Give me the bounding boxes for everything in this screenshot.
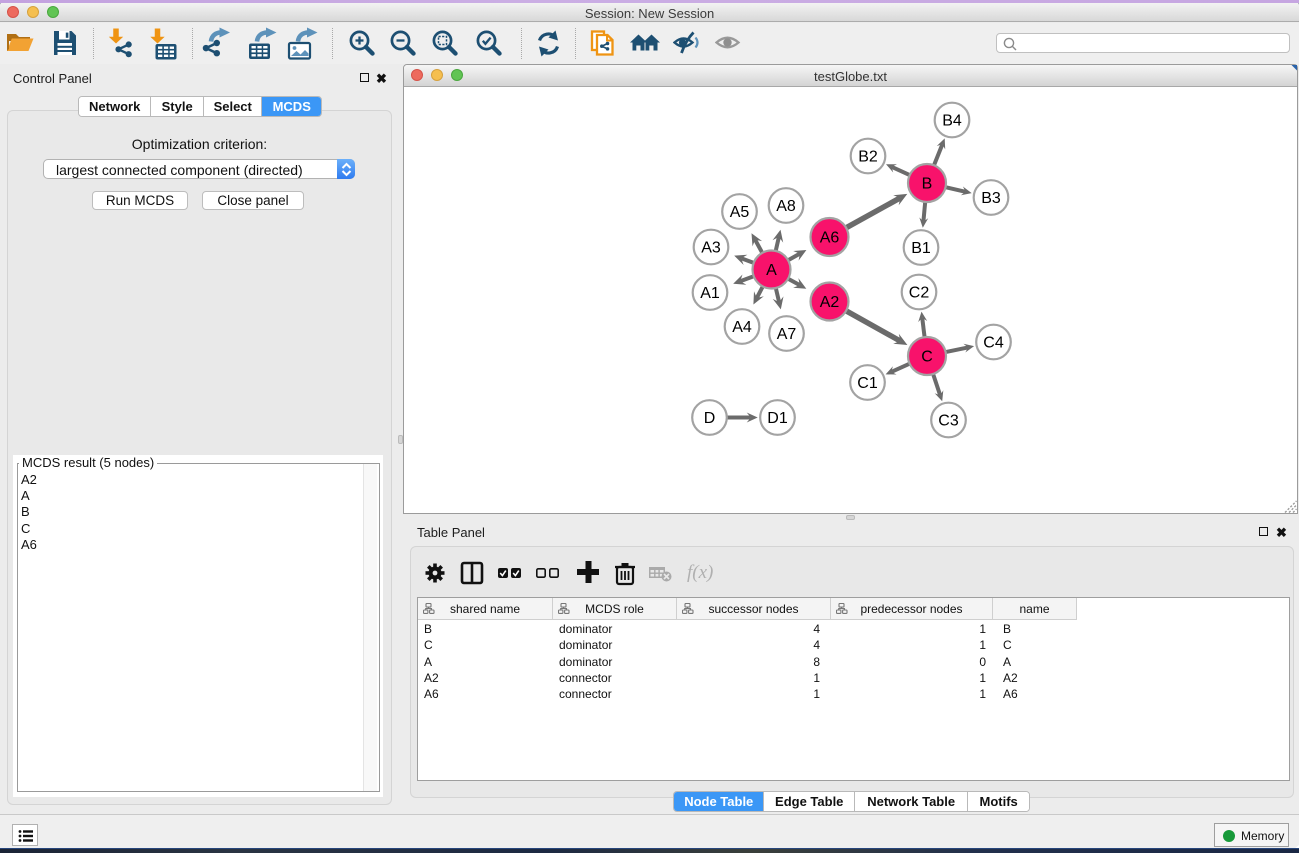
svg-text:A2: A2 [820, 294, 840, 311]
svg-text:A6: A6 [820, 230, 840, 247]
svg-text:D1: D1 [767, 410, 788, 427]
svg-text:B1: B1 [911, 240, 931, 257]
svg-text:B4: B4 [942, 113, 962, 130]
svg-text:A1: A1 [700, 285, 720, 302]
svg-text:A3: A3 [701, 240, 721, 257]
svg-text:B3: B3 [981, 190, 1001, 207]
svg-text:C1: C1 [857, 375, 878, 392]
svg-text:A8: A8 [776, 198, 796, 215]
svg-text:C2: C2 [909, 285, 930, 302]
svg-text:A7: A7 [777, 326, 797, 343]
svg-text:C: C [921, 349, 933, 366]
svg-text:A4: A4 [732, 319, 752, 336]
svg-text:B2: B2 [858, 149, 878, 166]
svg-text:C3: C3 [938, 413, 959, 430]
svg-text:C4: C4 [983, 335, 1004, 352]
svg-text:A: A [766, 262, 777, 279]
svg-text:D: D [704, 410, 716, 427]
svg-text:B: B [922, 176, 933, 193]
svg-text:A5: A5 [730, 204, 750, 221]
